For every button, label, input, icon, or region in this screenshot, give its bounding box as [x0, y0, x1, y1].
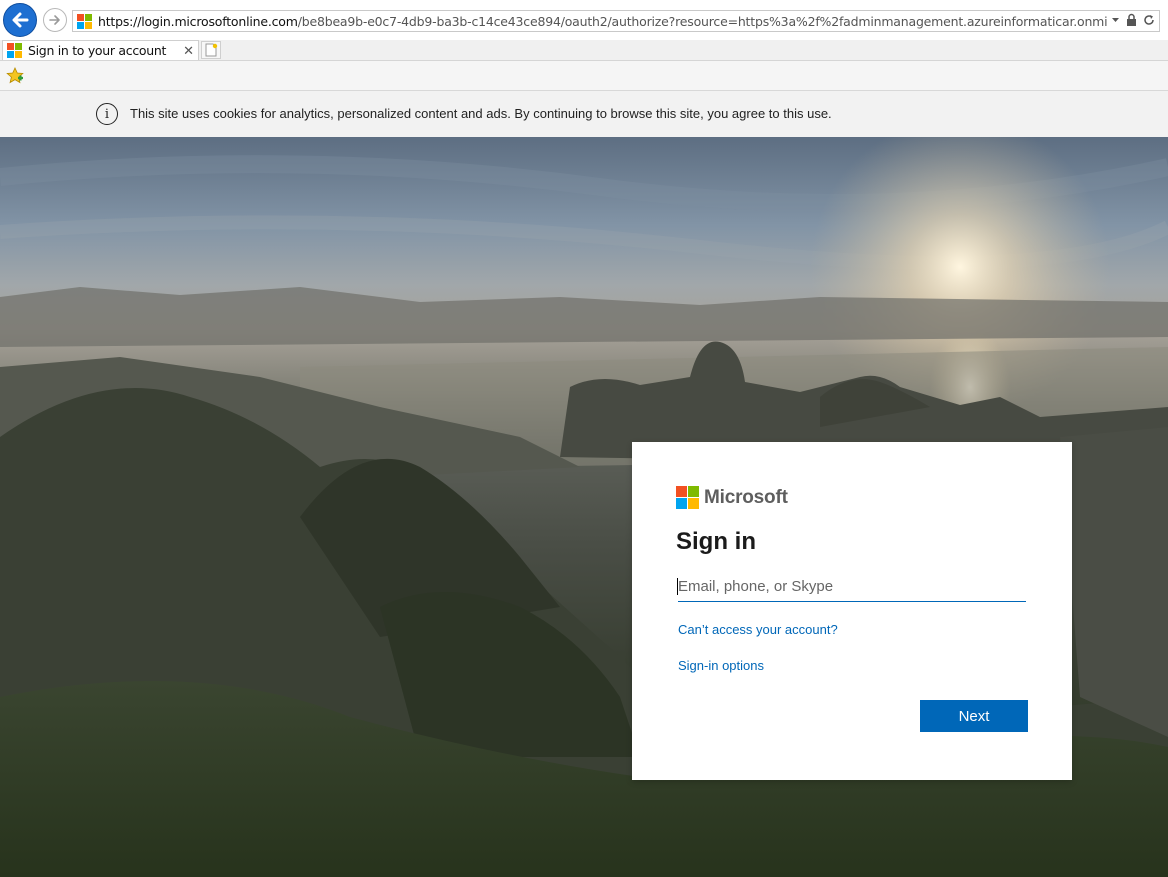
url-text[interactable]: https://login.microsoftonline.com/be8bea… [98, 14, 1108, 29]
signin-options-link[interactable]: Sign-in options [678, 658, 764, 673]
text-caret [677, 578, 678, 595]
tab-sign-in[interactable]: Sign in to your account ✕ [2, 40, 199, 60]
favorites-star-icon[interactable] [6, 67, 24, 84]
page-title: Sign in [676, 528, 756, 555]
brand-name: Microsoft [704, 486, 788, 508]
microsoft-logo-icon [676, 486, 699, 509]
refresh-icon[interactable] [1143, 14, 1155, 26]
url-domain: microsoftonline.com [174, 13, 298, 29]
back-button[interactable] [3, 3, 37, 37]
browser-nav-bar: https://login.microsoftonline.com/be8bea… [0, 0, 1168, 41]
tab-bar: Sign in to your account ✕ [0, 40, 1168, 61]
tab-favicon-icon [7, 43, 22, 58]
url-prefix: https://login. [98, 13, 175, 29]
new-tab-button[interactable] [201, 41, 221, 59]
new-tab-icon [205, 43, 217, 57]
tab-title: Sign in to your account [28, 43, 167, 58]
favorites-bar [0, 61, 1168, 91]
microsoft-brand: Microsoft [676, 486, 788, 509]
next-button[interactable]: Next [920, 700, 1028, 732]
address-bar-icons [1111, 13, 1155, 26]
signin-card: Microsoft Sign in Can’t access your acco… [632, 442, 1072, 780]
url-rest: /be8bea9b-e0c7-4db9-ba3b-c14ce43ce894/oa… [297, 13, 1108, 29]
cookie-banner: i This site uses cookies for analytics, … [0, 91, 1168, 137]
arrow-left-icon [12, 12, 29, 28]
forward-button[interactable] [43, 8, 67, 32]
arrow-right-icon [49, 15, 60, 25]
address-bar[interactable]: https://login.microsoftonline.com/be8bea… [72, 10, 1160, 32]
cant-access-account-link[interactable]: Can’t access your account? [678, 622, 838, 637]
info-icon: i [96, 103, 118, 125]
dropdown-arrow-icon[interactable] [1111, 15, 1120, 24]
site-favicon-icon [77, 13, 92, 29]
email-field[interactable] [678, 572, 1026, 602]
cookie-banner-text: This site uses cookies for analytics, pe… [130, 106, 832, 121]
lock-icon[interactable] [1126, 13, 1137, 26]
close-icon[interactable]: ✕ [183, 43, 194, 59]
